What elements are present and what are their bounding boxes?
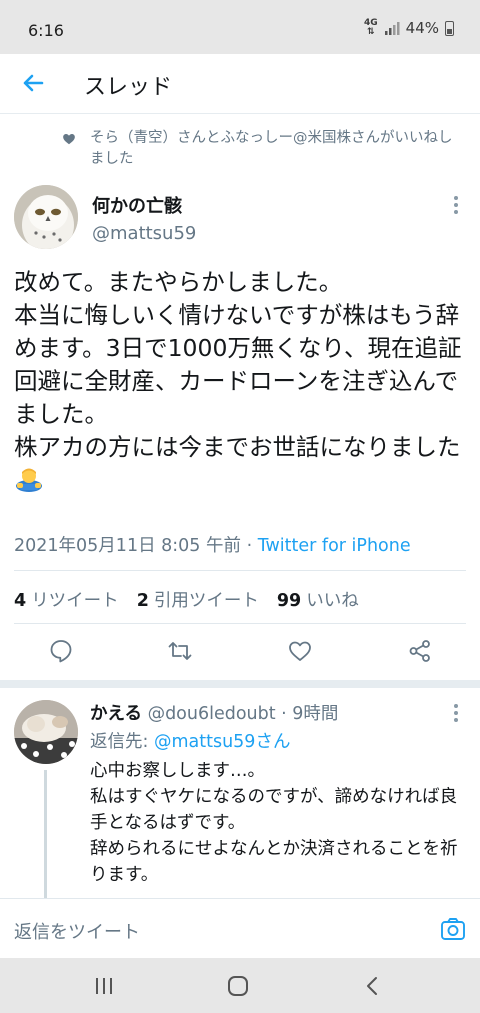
system-nav-bar xyxy=(0,958,480,1013)
divider xyxy=(14,570,466,571)
reply-to-label: 返信先: xyxy=(90,732,154,752)
tweet-meta: 2021年05月11日 8:05 午前 · Twitter for iPhone xyxy=(14,532,411,557)
heart-icon xyxy=(63,134,75,145)
retweet-stat[interactable]: 4 リツイート xyxy=(14,587,119,612)
meta-separator: · xyxy=(241,536,258,556)
reply-to-mention[interactable]: @mattsu59さん xyxy=(154,732,290,752)
status-icons: 4G ⇅ 44% xyxy=(364,19,454,37)
more-vertical-icon[interactable] xyxy=(446,192,466,218)
tweet-date: 2021年05月11日 8:05 午前 xyxy=(14,536,241,556)
tweet-stats: 4 リツイート 2 引用ツイート 99 いいね xyxy=(14,587,359,612)
thread-line xyxy=(44,770,47,898)
more-vertical-icon[interactable] xyxy=(446,700,466,726)
section-separator xyxy=(0,680,480,688)
status-time: 6:16 xyxy=(28,21,64,40)
battery-icon xyxy=(445,20,454,36)
page-title: スレッド xyxy=(84,75,173,100)
network-indicator: 4G ⇅ xyxy=(364,18,378,37)
share-icon[interactable] xyxy=(407,638,433,664)
reply-icon[interactable] xyxy=(48,638,74,664)
reply-header: かえる @dou6ledoubt · 9時間 xyxy=(90,700,338,725)
avatar[interactable] xyxy=(14,185,78,249)
author-name[interactable]: 何かの亡骸 xyxy=(92,192,182,218)
home-icon[interactable] xyxy=(226,975,250,997)
quote-stat[interactable]: 2 引用ツイート xyxy=(137,587,259,612)
like-icon[interactable] xyxy=(287,638,313,664)
reply-tweet[interactable]: かえる @dou6ledoubt · 9時間 返信先: @mattsu59さん … xyxy=(0,688,480,898)
tweet-text: 改めて。またやらかしました。 本当に悔しいく情けないですが株はもう辞めます。3日… xyxy=(14,266,470,497)
reply-to-line: 返信先: @mattsu59さん xyxy=(90,728,290,753)
recent-apps-icon[interactable] xyxy=(92,975,116,997)
tweet-source-link[interactable]: Twitter for iPhone xyxy=(258,536,411,556)
reply-text: 心中お察しします…。 私はすぐヤケになるのですが、諦めなければ良手となるはずです… xyxy=(90,761,458,885)
like-stat[interactable]: 99 いいね xyxy=(277,587,359,612)
reply-input[interactable]: 返信をツイート xyxy=(14,918,140,944)
arrow-left-icon[interactable] xyxy=(18,68,48,98)
owl-avatar-image xyxy=(14,185,78,249)
divider xyxy=(14,623,466,624)
retweet-icon[interactable] xyxy=(167,638,193,664)
person-bowing-emoji xyxy=(14,466,44,492)
avatar[interactable] xyxy=(14,700,78,764)
status-bar: 6:16 4G ⇅ 44% xyxy=(0,0,480,54)
reply-handle-time[interactable]: @dou6ledoubt · 9時間 xyxy=(148,704,339,724)
cat-avatar-image xyxy=(14,700,78,764)
tweet-actions xyxy=(0,632,480,672)
app-header: スレッド xyxy=(0,54,480,114)
battery-percent: 44% xyxy=(405,19,439,37)
reply-author-name[interactable]: かえる xyxy=(90,704,142,724)
author-handle[interactable]: @mattsu59 xyxy=(92,223,196,244)
back-nav-icon[interactable] xyxy=(361,975,385,997)
liked-by-text: そら（青空）さんとふなっしー@米国株さんがいいねしました xyxy=(90,130,453,167)
camera-icon[interactable] xyxy=(440,917,466,941)
liked-by-context[interactable]: そら（青空）さんとふなっしー@米国株さんがいいねしました xyxy=(62,128,462,170)
reply-compose-bar[interactable]: 返信をツイート xyxy=(0,898,480,958)
signal-icon xyxy=(384,22,400,35)
